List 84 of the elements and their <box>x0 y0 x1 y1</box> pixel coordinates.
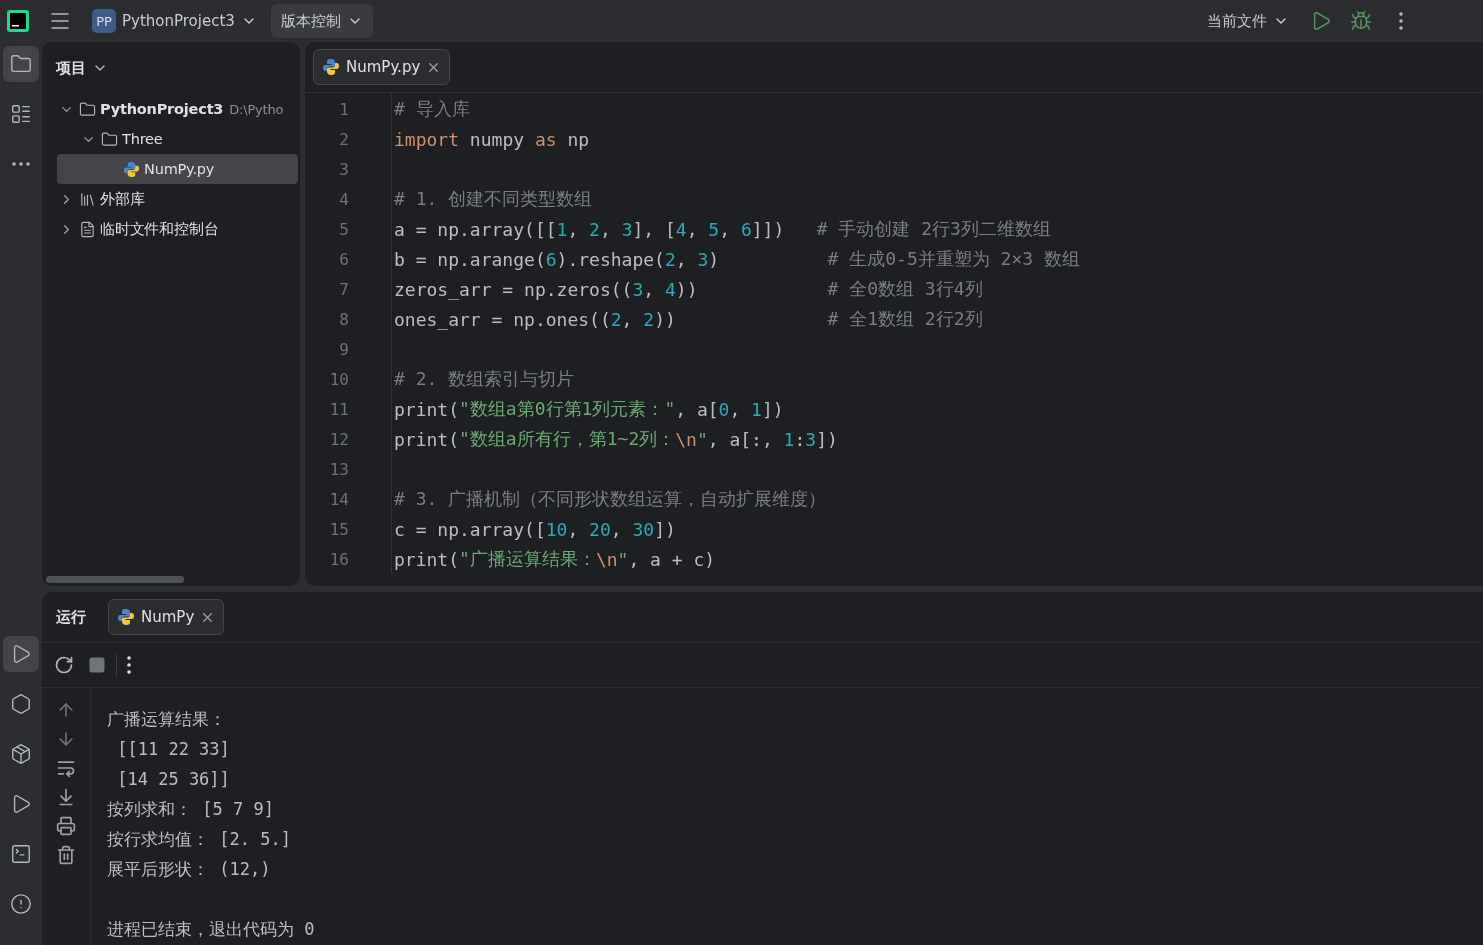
python-file-icon <box>123 160 140 178</box>
project-badge: PP <box>92 9 116 33</box>
print-icon[interactable] <box>56 816 76 836</box>
console-line: [14 25 36]] <box>116 768 231 791</box>
line-number: 7 <box>338 279 350 299</box>
editor-tab[interactable]: NumPy.py <box>313 49 451 85</box>
code-line: b = np.arange(6).reshape(2, 3) # 生成0-5并重塑为 2×3 数组 <box>391 244 1080 274</box>
line-number: 8 <box>338 309 350 329</box>
line-number: 15 <box>328 519 350 539</box>
console-line: 进程已结束，退出代码为 0 <box>107 918 315 941</box>
console-line: 广播运算结果： <box>107 708 227 731</box>
stop-icon[interactable] <box>88 656 106 674</box>
project-name: PythonProject3 <box>122 12 235 30</box>
code-line: # 1. 创建不同类型数组 <box>391 184 593 214</box>
run-tab[interactable]: NumPy <box>108 599 225 635</box>
code-line: # 3. 广播机制（不同形状数组运算，自动扩展维度） <box>391 484 827 514</box>
tree-item-label: 外部库 <box>100 189 145 209</box>
line-number: 2 <box>338 129 350 149</box>
code-line: a = np.array([[1, 2, 3], [4, 5, 6]]) # 手动创建 2行3列二维数组 <box>391 214 1051 244</box>
project-selector[interactable]: PP PythonProject3 <box>82 4 267 38</box>
tool-window-button[interactable] <box>3 46 39 82</box>
tree-item-label: 临时文件和控制台 <box>100 219 219 239</box>
problems-icon <box>10 893 32 915</box>
terminal-icon <box>10 843 32 865</box>
code-line: import numpy as np <box>391 124 590 154</box>
panel-title[interactable]: 项目 <box>56 58 86 78</box>
console-line: 展平后形状： (12,) <box>107 858 272 881</box>
code-line: ones_arr = np.ones((2, 2)) # 全1数组 2行2列 <box>391 304 983 334</box>
console-line: 按列求和： [5 7 9] <box>107 798 275 821</box>
tree-item[interactable]: Three <box>57 124 298 154</box>
package-icon <box>10 743 32 765</box>
scratch-icon <box>79 220 96 238</box>
scrollbar[interactable] <box>46 576 184 583</box>
library-icon <box>79 190 96 208</box>
rerun-icon[interactable] <box>54 655 74 675</box>
code-line: print("广播运算结果：\n", a + c) <box>391 544 716 574</box>
code-line: print("数组a第0行第1列元素：", a[0, 1]) <box>391 394 784 424</box>
line-number: 12 <box>328 429 350 449</box>
line-number: 9 <box>338 339 350 359</box>
more-icon[interactable] <box>1399 12 1403 30</box>
project-path: D:\Pytho <box>229 101 284 117</box>
tree-item[interactable]: NumPy.py <box>57 154 298 184</box>
console-line: 按行求均值： [2. 5.] <box>107 828 292 851</box>
console-line: [[11 22 33] <box>116 738 231 761</box>
more-icon[interactable] <box>127 656 131 674</box>
code-line: # 导入库 <box>391 94 470 124</box>
folder-icon <box>10 53 32 75</box>
line-number: 4 <box>338 189 350 209</box>
line-number: 13 <box>328 459 350 479</box>
more-icon[interactable] <box>12 162 30 166</box>
trash-icon[interactable] <box>56 845 76 865</box>
code-line: c = np.array([10, 20, 30]) <box>391 514 676 544</box>
tree-item-label: NumPy.py <box>144 161 215 177</box>
python-file-icon <box>117 608 135 626</box>
run-config-selector[interactable]: 当前文件 <box>1197 4 1299 38</box>
line-number: 6 <box>338 249 350 269</box>
line-number: 16 <box>328 549 350 569</box>
vcs-label: 版本控制 <box>280 11 341 31</box>
tree-item[interactable]: 临时文件和控制台 <box>57 214 298 244</box>
project-folder-icon <box>79 100 96 118</box>
tree-item[interactable]: PythonProject3 D:\Pytho <box>57 94 298 124</box>
line-number: 10 <box>328 369 350 389</box>
run-config-label: 当前文件 <box>1207 11 1267 31</box>
scroll-to-end-icon[interactable] <box>56 787 76 807</box>
app-logo[interactable] <box>6 9 30 33</box>
structure-icon <box>10 103 32 125</box>
code-line: zeros_arr = np.zeros((3, 4)) # 全0数组 3行4列 <box>391 274 983 304</box>
soft-wrap-icon[interactable] <box>56 758 76 778</box>
debug-icon[interactable] <box>1350 10 1372 32</box>
python-file-icon <box>322 58 340 76</box>
line-number: 3 <box>338 159 350 179</box>
line-number: 5 <box>338 219 350 239</box>
tree-item[interactable]: 外部库 <box>57 184 298 214</box>
tree-item-label: Three <box>122 131 163 147</box>
vcs-menu[interactable]: 版本控制 <box>270 4 373 38</box>
line-number: 11 <box>328 399 350 419</box>
code-line: print("数组a所有行，第1~2列：\n", a[:, 1:3]) <box>391 424 838 454</box>
tool-window-button[interactable] <box>3 636 39 672</box>
code-line: # 2. 数组索引与切片 <box>391 364 575 394</box>
tree-item-label: PythonProject3 <box>100 101 224 117</box>
line-number: 1 <box>338 99 350 119</box>
panel-title: 运行 <box>56 607 86 627</box>
folder-icon <box>101 130 118 148</box>
line-number: 14 <box>328 489 350 509</box>
